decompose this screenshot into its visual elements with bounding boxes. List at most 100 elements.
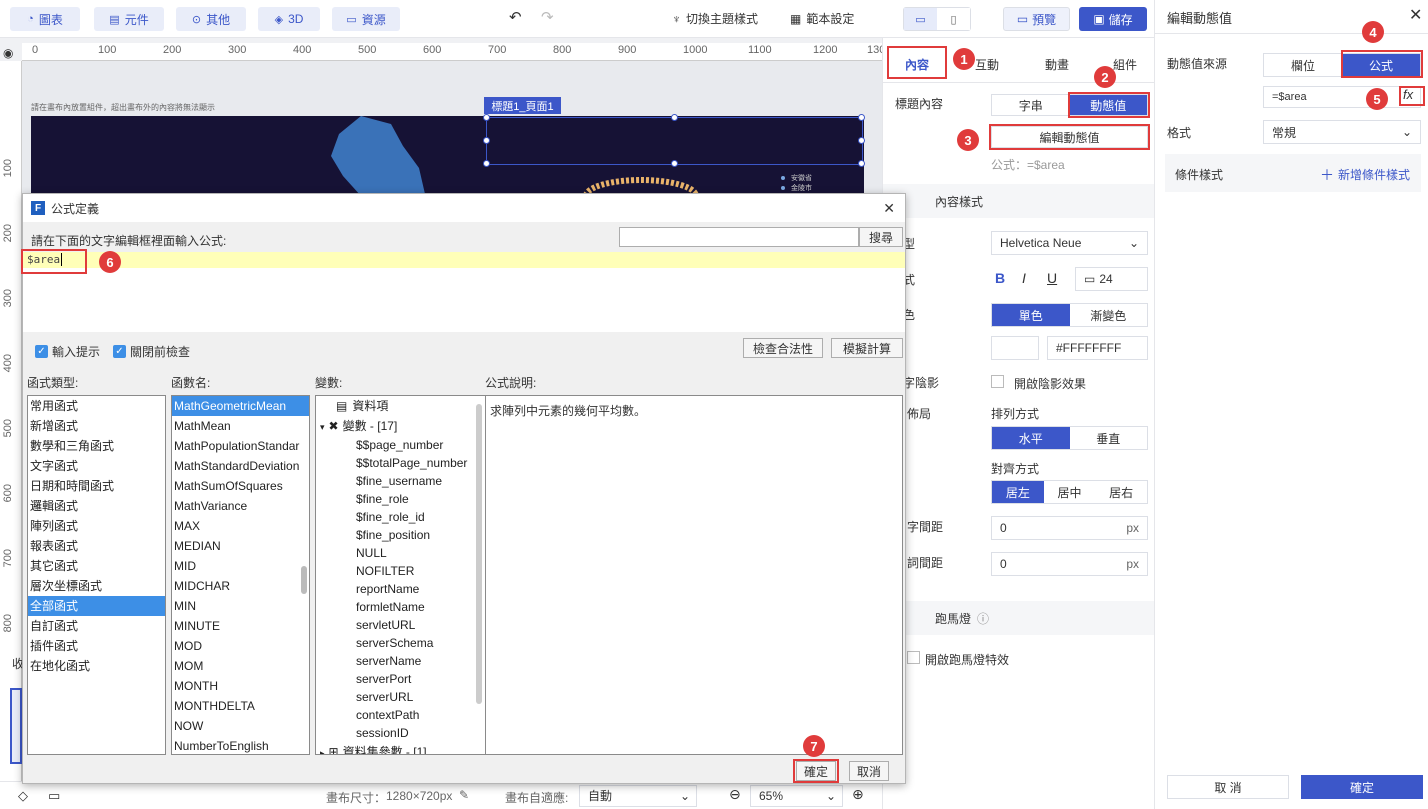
function-name-item[interactable]: MIN	[172, 596, 309, 616]
function-name-item[interactable]: MAX	[172, 516, 309, 536]
function-name-item[interactable]: NOW	[172, 716, 309, 736]
chart-button[interactable]: ◔ 圖表	[10, 7, 80, 31]
page-thumbnail[interactable]	[10, 688, 22, 764]
italic-icon[interactable]: I	[1022, 270, 1026, 286]
tab-component[interactable]: 組件	[1113, 56, 1137, 73]
validate-button[interactable]: 檢查合法性	[743, 338, 823, 358]
variable-item[interactable]: contextPath	[316, 706, 485, 724]
function-name-item[interactable]: MathVariance	[172, 496, 309, 516]
confirm-button[interactable]: 確定	[1301, 775, 1423, 799]
layers-icon[interactable]: ◇	[18, 788, 28, 804]
formula-input[interactable]: =$area	[1263, 86, 1421, 108]
function-type-item[interactable]: 新增函式	[28, 416, 165, 436]
resize-handle[interactable]	[483, 114, 490, 121]
function-type-item[interactable]: 日期和時間函式	[28, 476, 165, 496]
scrollbar-thumb[interactable]	[476, 404, 482, 704]
template-button[interactable]: ▦ 範本設定	[790, 10, 854, 27]
field-option[interactable]: 欄位	[1264, 54, 1342, 76]
function-type-item[interactable]: 常用函式	[28, 396, 165, 416]
resize-handle[interactable]	[858, 137, 865, 144]
formula-editor[interactable]: $area	[23, 252, 905, 332]
formula-line[interactable]: $area	[23, 252, 905, 268]
variable-item[interactable]: servletURL	[316, 616, 485, 634]
section-content-style[interactable]: 內容樣式	[883, 184, 1155, 218]
function-name-item[interactable]: MathMean	[172, 416, 309, 436]
function-type-item[interactable]: 自訂函式	[28, 616, 165, 636]
function-name-item[interactable]: MOM	[172, 656, 309, 676]
close-icon[interactable]: ✕	[883, 200, 895, 217]
function-name-item[interactable]: MINUTE	[172, 616, 309, 636]
color-hex-input[interactable]: #FFFFFFFF	[1047, 336, 1148, 360]
variable-item[interactable]: $$page_number	[316, 436, 485, 454]
function-type-item[interactable]: 邏輯函式	[28, 496, 165, 516]
input-hint-checkbox[interactable]: ✓ 輸入提示	[35, 343, 100, 360]
font-size-input[interactable]: ▭ 24	[1075, 267, 1148, 291]
variable-item[interactable]: serverURL	[316, 688, 485, 706]
color-swatch[interactable]	[991, 336, 1039, 360]
font-select[interactable]: Helvetica Neue ⌄	[991, 231, 1148, 255]
undo-icon[interactable]: ↶	[509, 8, 522, 26]
simulate-button[interactable]: 模擬計算	[831, 338, 903, 358]
variable-item[interactable]: $fine_username	[316, 472, 485, 490]
function-name-item[interactable]: MEDIAN	[172, 536, 309, 556]
variable-item[interactable]: formletName	[316, 598, 485, 616]
add-cond-button[interactable]: 新增條件樣式	[1338, 166, 1410, 183]
variable-item[interactable]: $fine_role_id	[316, 508, 485, 526]
function-type-item[interactable]: 文字函式	[28, 456, 165, 476]
resize-handle[interactable]	[671, 114, 678, 121]
function-name-item[interactable]: MOD	[172, 636, 309, 656]
save-button[interactable]: ▣ 儲存	[1079, 7, 1147, 31]
variable-item[interactable]: serverSchema	[316, 634, 485, 652]
function-type-item[interactable]: 層次坐標函式	[28, 576, 165, 596]
selected-title-component[interactable]	[483, 114, 865, 167]
function-name-item[interactable]: MID	[172, 556, 309, 576]
format-select[interactable]: 常規 ⌄	[1263, 120, 1421, 144]
string-option[interactable]: 字串	[992, 95, 1070, 115]
variable-item[interactable]: NOFILTER	[316, 562, 485, 580]
function-name-item[interactable]: MIDCHAR	[172, 576, 309, 596]
function-name-list[interactable]: MathGeometricMean MathMean MathPopulationS…	[171, 395, 310, 755]
function-name-item[interactable]: MathSumOfSquares	[172, 476, 309, 496]
function-name-item[interactable]: NumberToEnglish	[172, 736, 309, 754]
word-spacing-input[interactable]: 0 px	[991, 552, 1148, 576]
close-icon[interactable]: ✕	[1409, 5, 1422, 25]
variable-item[interactable]: $fine_position	[316, 526, 485, 544]
eye-icon[interactable]: ◉	[3, 46, 13, 60]
other-button[interactable]: ⊙ 其他	[176, 7, 246, 31]
function-type-item[interactable]: 全部函式	[28, 596, 165, 616]
cancel-button[interactable]: 取 消	[1167, 775, 1289, 799]
theme-button[interactable]: ♆ 切換主題樣式	[672, 10, 758, 27]
tree-root[interactable]: ▤ 資料項	[316, 396, 485, 416]
function-type-item[interactable]: 其它函式	[28, 556, 165, 576]
resize-handle[interactable]	[483, 160, 490, 167]
variable-item[interactable]: $$totalPage_number	[316, 454, 485, 472]
bold-icon[interactable]: B	[995, 270, 1005, 286]
tab-animation[interactable]: 動畫	[1045, 56, 1069, 73]
function-type-item[interactable]: 在地化函式	[28, 656, 165, 676]
variable-item[interactable]: sessionID	[316, 724, 485, 742]
desktop-icon[interactable]: ▭	[904, 8, 937, 30]
underline-icon[interactable]: U	[1047, 270, 1057, 286]
edit-icon[interactable]: ✎	[459, 788, 469, 802]
function-name-item[interactable]: MONTHDELTA	[172, 696, 309, 716]
function-name-item[interactable]: MathGeometricMean	[172, 396, 309, 416]
function-type-item[interactable]: 陣列函式	[28, 516, 165, 536]
mobile-icon[interactable]: ▯	[937, 8, 970, 30]
plus-icon[interactable]: ＋	[1320, 165, 1334, 185]
function-name-item[interactable]: MONTH	[172, 676, 309, 696]
function-name-item[interactable]: MathStandardDeviation	[172, 456, 309, 476]
function-search-input[interactable]	[619, 227, 859, 247]
resize-handle[interactable]	[671, 160, 678, 167]
variable-item[interactable]: serverPort	[316, 670, 485, 688]
keyboard-icon[interactable]: ▭	[48, 788, 60, 804]
function-type-item[interactable]: 數學和三角函式	[28, 436, 165, 456]
letter-spacing-input[interactable]: 0 px	[991, 516, 1148, 540]
3d-button[interactable]: ◈ 3D	[258, 7, 320, 31]
component-button[interactable]: ▤ 元件	[94, 7, 164, 31]
function-name-item[interactable]: MathPopulationStandar	[172, 436, 309, 456]
tab-interaction[interactable]: 互動	[975, 56, 999, 73]
zoom-in-icon[interactable]: ⊕	[852, 786, 864, 803]
variable-item[interactable]: $fine_role	[316, 490, 485, 508]
preview-button[interactable]: ▭ 預覽	[1003, 7, 1070, 31]
shadow-checkbox[interactable]	[991, 375, 1004, 388]
